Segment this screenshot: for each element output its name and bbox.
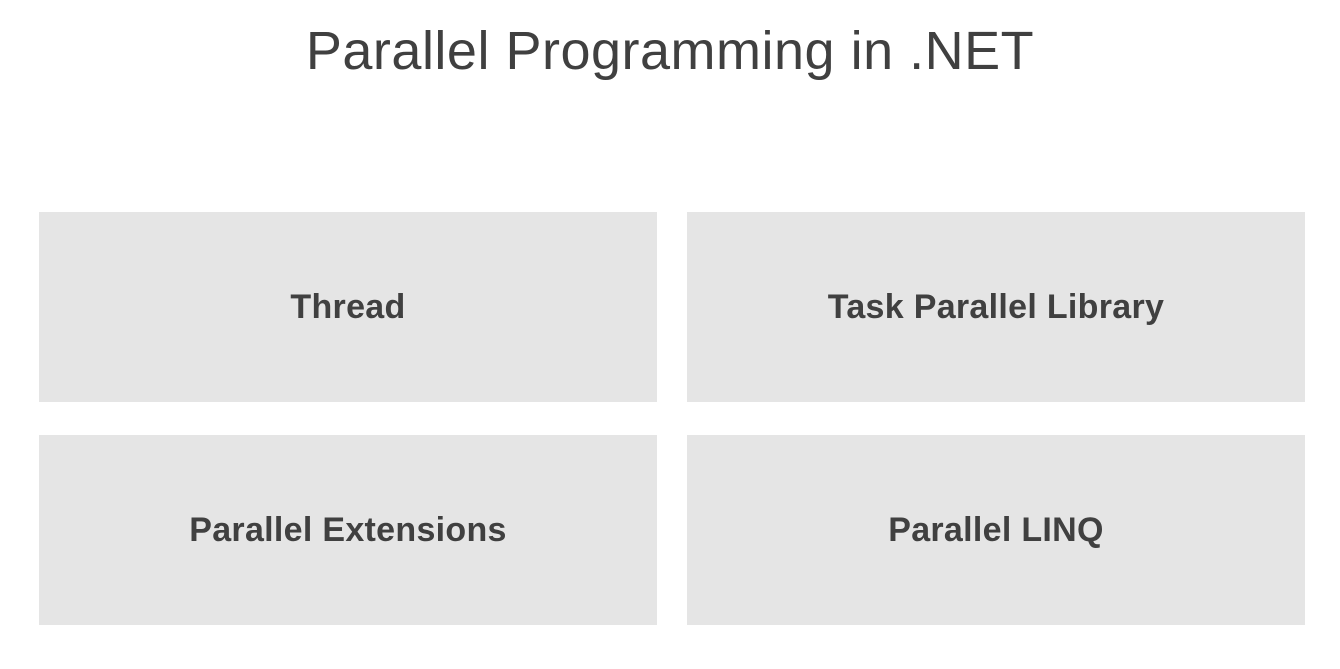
slide: Parallel Programming in .NET Thread Task… bbox=[0, 0, 1340, 669]
tile-label: Thread bbox=[290, 287, 406, 326]
tile-parallel-extensions: Parallel Extensions bbox=[39, 435, 657, 625]
tile-label: Task Parallel Library bbox=[827, 287, 1165, 326]
tile-parallel-linq: Parallel LINQ bbox=[687, 435, 1305, 625]
tile-label: Parallel LINQ bbox=[888, 510, 1104, 549]
slide-title: Parallel Programming in .NET bbox=[305, 21, 1035, 81]
tile-thread: Thread bbox=[39, 212, 657, 402]
tile-task-parallel-library: Task Parallel Library bbox=[687, 212, 1305, 402]
tile-label: Parallel Extensions bbox=[189, 510, 507, 549]
